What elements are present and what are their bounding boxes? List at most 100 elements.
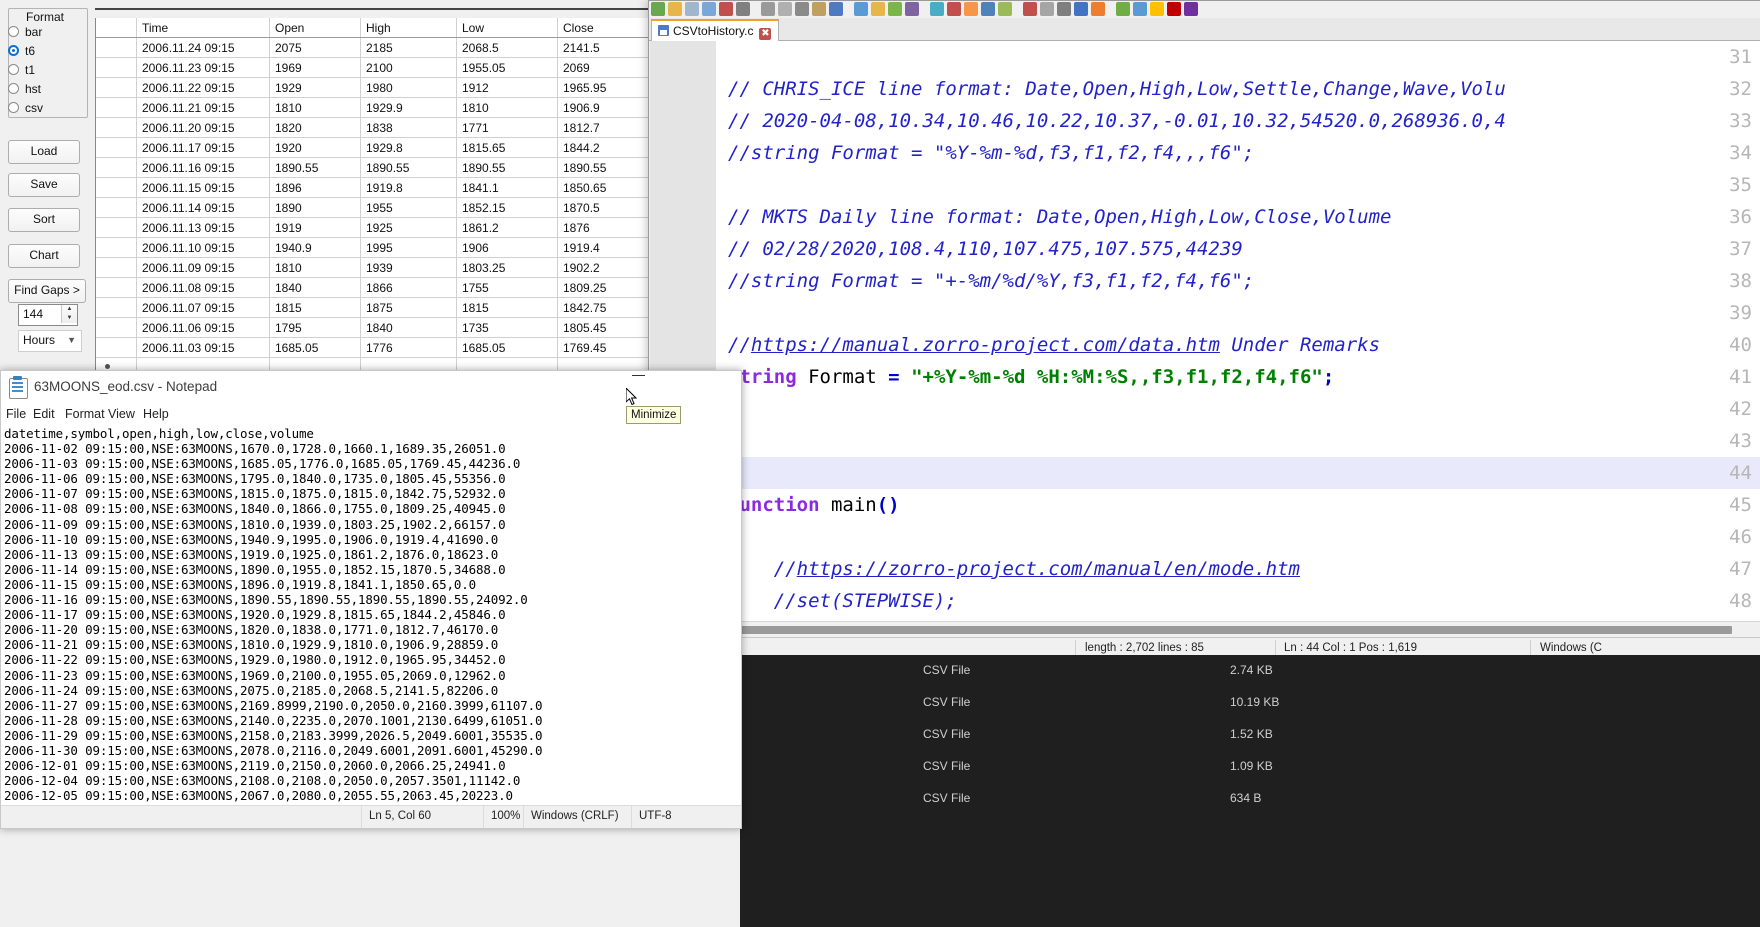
undo-icon[interactable]: [812, 2, 826, 16]
cell-high[interactable]: 1925: [361, 218, 457, 238]
new-file-icon[interactable]: [651, 2, 665, 16]
cell-close[interactable]: 1870.5: [558, 198, 649, 218]
show-symbol-icon[interactable]: [981, 2, 995, 16]
cell-close[interactable]: 1902.2: [558, 258, 649, 278]
cell-open[interactable]: 1890: [270, 198, 361, 218]
menu-view[interactable]: View: [108, 404, 135, 424]
minimize-button-dash[interactable]: [632, 375, 645, 376]
menu-format[interactable]: Format: [65, 404, 105, 424]
cell-time[interactable]: 2006.11.23 09:15: [137, 58, 270, 78]
cell-open[interactable]: 2075: [270, 38, 361, 58]
cell-select[interactable]: [96, 78, 137, 98]
file-explorer-list[interactable]: CSV File2.74 KBCSV File10.19 KBCSV File1…: [740, 655, 1760, 927]
monitor-icon[interactable]: [1091, 2, 1105, 16]
zoom-in-icon[interactable]: [888, 2, 902, 16]
folder-explorer-icon[interactable]: [1074, 2, 1088, 16]
cell-select[interactable]: [96, 118, 137, 138]
user-dfn-icon[interactable]: [1023, 2, 1037, 16]
cell-open[interactable]: 1815: [270, 298, 361, 318]
cut-icon[interactable]: [761, 2, 775, 16]
indent-guide-icon[interactable]: [998, 2, 1012, 16]
cell-time[interactable]: 2006.11.16 09:15: [137, 158, 270, 178]
cell-close[interactable]: 1809.25: [558, 278, 649, 298]
copy-icon[interactable]: [778, 2, 792, 16]
cell-time[interactable]: 2006.11.08 09:15: [137, 278, 270, 298]
cell-select[interactable]: [96, 38, 137, 58]
cell-open[interactable]: 1890.55: [270, 158, 361, 178]
code-line[interactable]: function main(): [728, 489, 900, 521]
cell-close[interactable]: 1919.4: [558, 238, 649, 258]
sort-button[interactable]: Sort: [8, 208, 80, 232]
cell-open[interactable]: 1896: [270, 178, 361, 198]
close-icon[interactable]: ✖: [759, 28, 771, 40]
cell-time[interactable]: 2006.11.22 09:15: [137, 78, 270, 98]
cell-time[interactable]: 2006.11.20 09:15: [137, 118, 270, 138]
paste-icon[interactable]: [795, 2, 809, 16]
cell-open[interactable]: 1919: [270, 218, 361, 238]
menu-edit[interactable]: Edit: [33, 404, 55, 424]
col-open[interactable]: Open: [270, 18, 361, 38]
code-line[interactable]: // CHRIS_ICE line format: Date,Open,High…: [728, 73, 1506, 105]
find-icon[interactable]: [854, 2, 868, 16]
cell-low[interactable]: 1906: [457, 238, 558, 258]
print-icon[interactable]: [736, 2, 750, 16]
cell-close[interactable]: 1890.55: [558, 158, 649, 178]
col-high[interactable]: High: [361, 18, 457, 38]
cell-select[interactable]: [96, 238, 137, 258]
cell-select[interactable]: [96, 138, 137, 158]
notepad-content[interactable]: datetime,symbol,open,high,low,close,volu…: [1, 426, 741, 803]
stepper-arrows[interactable]: ▲ ▼: [61, 305, 77, 323]
cell-close[interactable]: 2141.5: [558, 38, 649, 58]
cell-select[interactable]: [96, 158, 137, 178]
cell-close[interactable]: 1805.45: [558, 318, 649, 338]
cell-high[interactable]: 2100: [361, 58, 457, 78]
stepper-down-icon[interactable]: ▼: [62, 314, 77, 323]
cell-close[interactable]: 1850.65: [558, 178, 649, 198]
cell-low[interactable]: 1815: [457, 298, 558, 318]
code-line[interactable]: //string Format = "%Y-%m-%d,f3,f1,f2,f4,…: [728, 137, 1254, 169]
col-select[interactable]: [96, 18, 137, 38]
radio-format-t6[interactable]: t6: [8, 43, 35, 59]
cell-low[interactable]: 1810: [457, 98, 558, 118]
cell-low[interactable]: 1755: [457, 278, 558, 298]
code-line[interactable]: // 2020-04-08,10.34,10.46,10.22,10.37,-0…: [728, 105, 1506, 137]
list-item[interactable]: CSV File1.09 KB: [740, 751, 1760, 783]
cell-low[interactable]: 1735: [457, 318, 558, 338]
close-file-icon[interactable]: [719, 2, 733, 16]
save-icon[interactable]: [685, 2, 699, 16]
sync-v-icon[interactable]: [930, 2, 944, 16]
cell-select[interactable]: [96, 98, 137, 118]
cell-select[interactable]: [96, 318, 137, 338]
cell-open[interactable]: 1810: [270, 258, 361, 278]
save-button[interactable]: Save: [8, 173, 80, 197]
cell-low[interactable]: 1912: [457, 78, 558, 98]
radio-format-bar[interactable]: bar: [8, 24, 42, 40]
list-item[interactable]: CSV File2.74 KB: [740, 655, 1760, 687]
cell-high[interactable]: 1929.8: [361, 138, 457, 158]
cell-high[interactable]: 1980: [361, 78, 457, 98]
radio-format-t1[interactable]: t1: [8, 62, 35, 78]
cell-high[interactable]: 2185: [361, 38, 457, 58]
cell-close[interactable]: 1842.75: [558, 298, 649, 318]
new-record-cell[interactable]: [558, 358, 649, 372]
func-list-icon[interactable]: [1057, 2, 1071, 16]
cell-low[interactable]: 1852.15: [457, 198, 558, 218]
cell-select[interactable]: [96, 58, 137, 78]
new-record-cell[interactable]: [270, 358, 361, 372]
cell-select[interactable]: [96, 338, 137, 358]
cell-open[interactable]: 1969: [270, 58, 361, 78]
cell-open[interactable]: 1920: [270, 138, 361, 158]
zoom-out-icon[interactable]: [905, 2, 919, 16]
code-line[interactable]: //https://zorro-project.com/manual/en/mo…: [728, 553, 1300, 585]
col-close[interactable]: Close: [558, 18, 649, 38]
stepper-up-icon[interactable]: ▲: [62, 305, 77, 314]
cell-close[interactable]: 1844.2: [558, 138, 649, 158]
cell-time[interactable]: 2006.11.10 09:15: [137, 238, 270, 258]
cell-open[interactable]: 1940.9: [270, 238, 361, 258]
word-wrap-icon[interactable]: [964, 2, 978, 16]
cell-close[interactable]: 1906.9: [558, 98, 649, 118]
cell-time[interactable]: 2006.11.17 09:15: [137, 138, 270, 158]
code-line[interactable]: //https://manual.zorro-project.com/data.…: [728, 329, 1380, 361]
cell-time[interactable]: 2006.11.09 09:15: [137, 258, 270, 278]
code-text[interactable]: // CHRIS_ICE line format: Date,Open,High…: [728, 41, 1760, 621]
